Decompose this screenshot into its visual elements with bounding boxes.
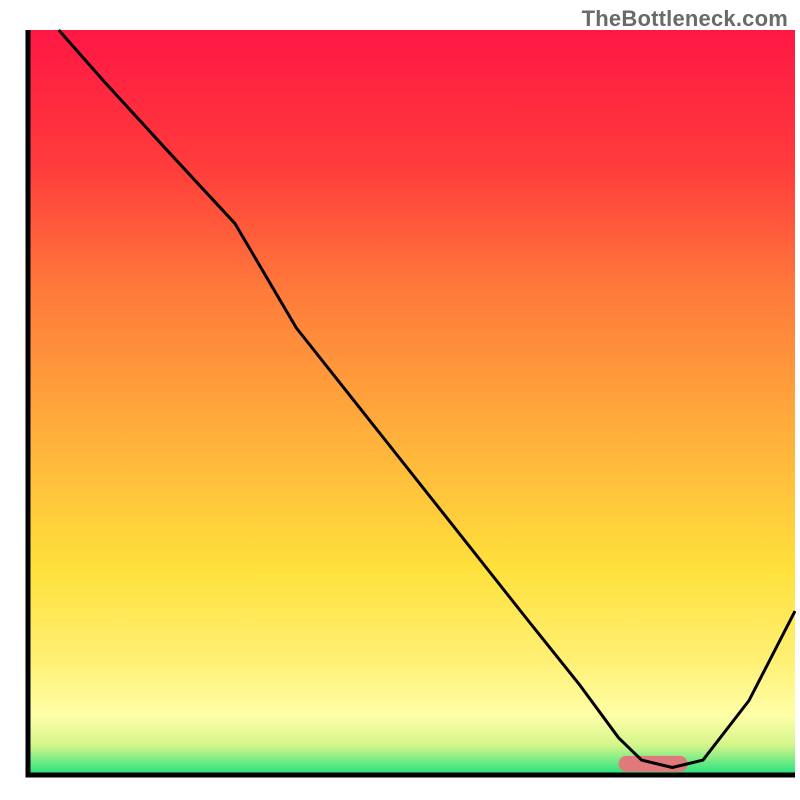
- gradient-background: [28, 30, 795, 775]
- chart-container: TheBottleneck.com: [0, 0, 800, 800]
- bottleneck-chart: [0, 0, 800, 800]
